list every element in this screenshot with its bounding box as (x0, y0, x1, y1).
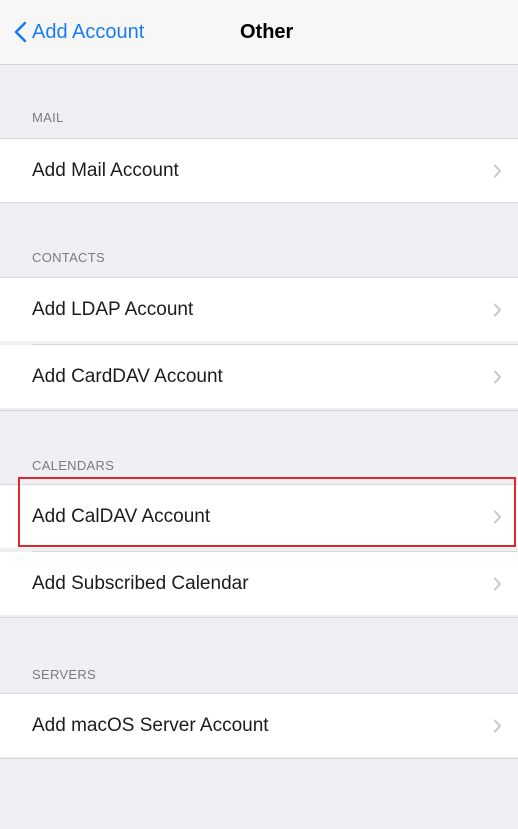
row-add-ldap-account[interactable]: Add LDAP Account (0, 278, 518, 341)
row-label: Add CardDAV Account (32, 365, 223, 387)
divider (0, 617, 518, 618)
row-label: Add macOS Server Account (32, 714, 269, 736)
row-label: Add Mail Account (32, 159, 179, 181)
chevron-right-icon (494, 303, 501, 316)
row-add-mail-account[interactable]: Add Mail Account (0, 139, 518, 202)
row-add-macos-server-account[interactable]: Add macOS Server Account (0, 694, 518, 757)
divider (0, 202, 518, 203)
section-header-calendars: CALENDARS (32, 458, 115, 473)
section-header-servers: SERVERS (32, 667, 96, 682)
divider (0, 758, 518, 759)
back-button[interactable]: Add Account (14, 19, 144, 45)
chevron-left-icon (14, 21, 27, 43)
section-header-mail: MAIL (32, 110, 64, 125)
row-label: Add Subscribed Calendar (32, 572, 249, 594)
chevron-right-icon (494, 577, 501, 590)
navigation-bar: Add Account Other (0, 0, 518, 65)
section-header-contacts: CONTACTS (32, 250, 105, 265)
row-add-caldav-account[interactable]: Add CalDAV Account (0, 485, 518, 548)
divider (0, 410, 518, 411)
chevron-right-icon (494, 370, 501, 383)
row-label: Add LDAP Account (32, 298, 194, 320)
chevron-right-icon (494, 510, 501, 523)
chevron-right-icon (494, 719, 501, 732)
row-add-carddav-account[interactable]: Add CardDAV Account (0, 345, 518, 408)
chevron-right-icon (494, 164, 501, 177)
row-label: Add CalDAV Account (32, 505, 211, 527)
back-button-label: Add Account (32, 20, 145, 43)
page-title: Other (240, 21, 294, 43)
row-add-subscribed-calendar[interactable]: Add Subscribed Calendar (0, 552, 518, 615)
